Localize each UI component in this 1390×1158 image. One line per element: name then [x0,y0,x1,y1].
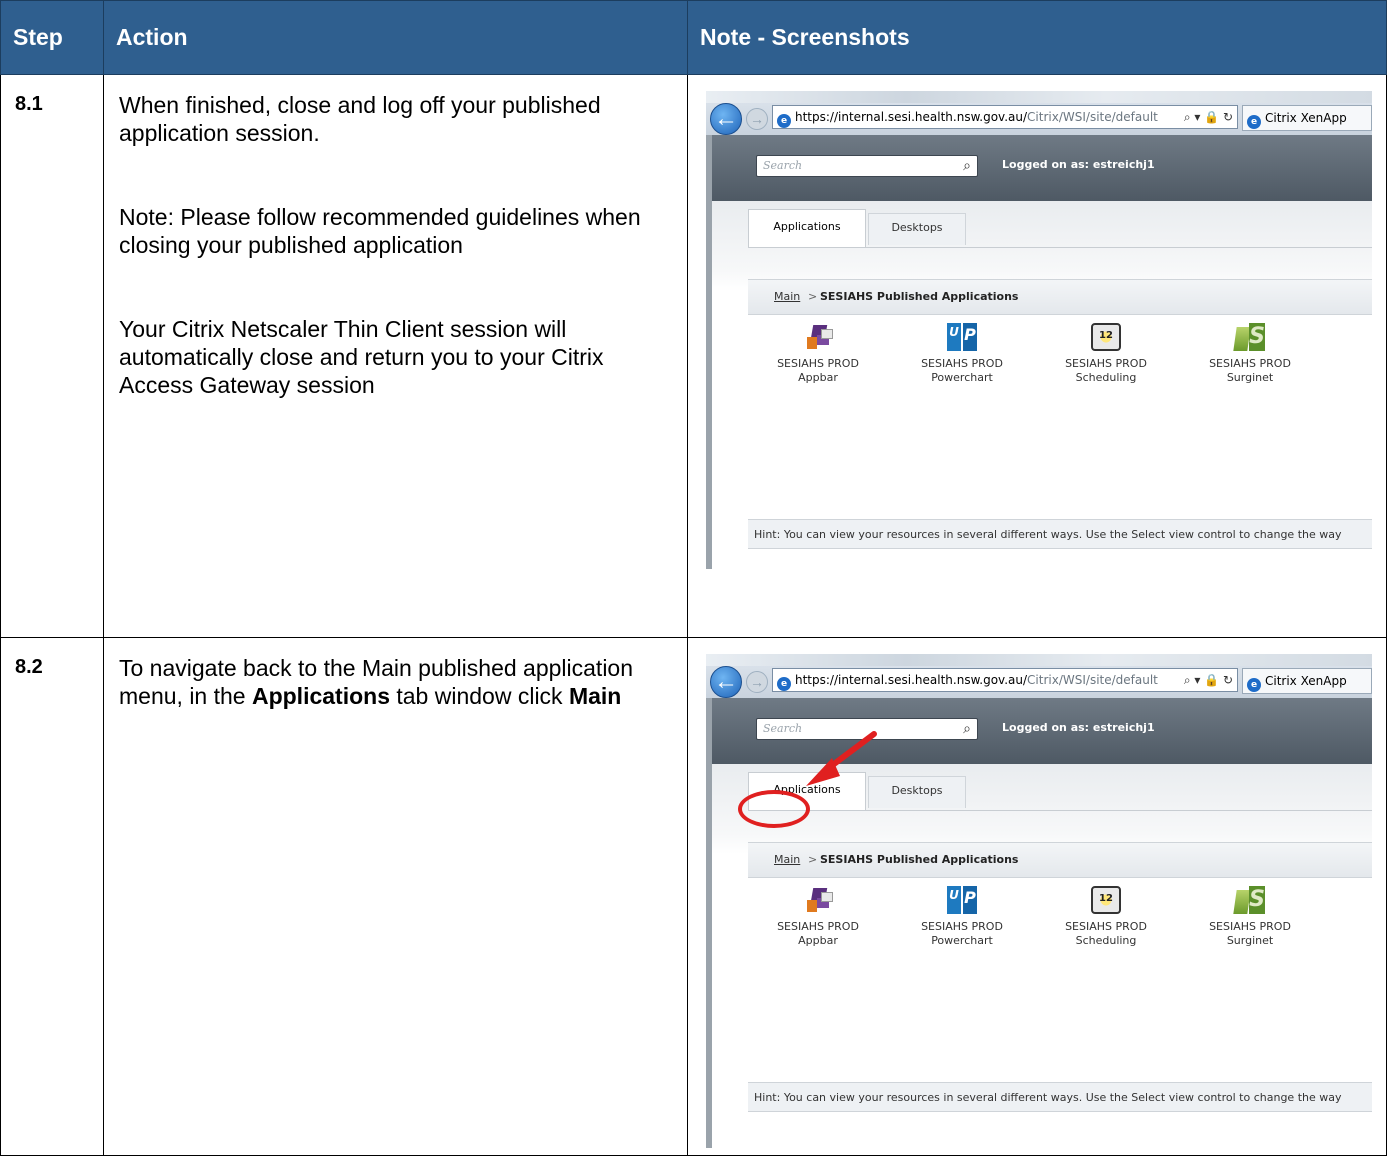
app-name: Scheduling [1075,371,1137,384]
header-action: Action [103,0,688,75]
step-number: 8.1 [0,74,104,638]
url-path: Citrix/WSI/site/default [1027,110,1158,124]
app-line1: SESIAHS PROD [921,357,1003,370]
search-placeholder: Search [763,159,803,172]
instruction-table: Step Action Note - Screenshots 8.1 When … [0,0,1387,1156]
breadcrumb: Main > SESIAHS Published Applications [748,279,1372,315]
action-text: When finished, close and log off your pu… [119,92,601,146]
address-controls[interactable]: ⌕ ▾ 🔒 ↻ [1184,106,1233,128]
browser-tab[interactable]: e Citrix XenApp [1242,105,1372,131]
back-arrow-icon[interactable]: ← [710,103,742,135]
app-name: Surginet [1226,371,1274,384]
table-row: 8.2 To navigate back to the Main publish… [0,637,1387,1156]
tab-applications[interactable]: Applications [748,209,866,247]
step-number: 8.2 [0,637,104,1156]
app-surginet[interactable]: S SESIAHS PROD Surginet [1190,319,1310,385]
breadcrumb-separator: > [808,290,818,303]
browser-toolbar: ← → e https://internal.sesi.health.nsw.go… [706,91,1372,135]
url-host: https://internal.sesi.health.nsw.gov.au/ [795,110,1028,124]
xenapp-header: Search ⌕ Logged on as: estreichj1 [712,135,1372,201]
action-text: To navigate back to the Main published a… [119,655,634,709]
ie-logo-icon: e [777,114,791,128]
xenapp-content: Applications Desktops Main > SESIAHS Pub… [712,201,1372,569]
action-cell: To navigate back to the Main published a… [103,637,688,1156]
action-cell: When finished, close and log off your pu… [103,74,688,638]
app-scheduling[interactable]: 12 SESIAHS PROD Scheduling [1046,319,1166,385]
search-icon[interactable]: ⌕ [963,157,971,174]
powerchart-icon: UP [947,323,977,351]
action-text: Your Citrix Netscaler Thin Client sessio… [119,316,604,398]
forward-arrow-icon[interactable]: → [746,108,768,130]
app-powerchart[interactable]: UP SESIAHS PROD Powerchart [902,319,1022,385]
app-name: Powerchart [931,371,993,384]
breadcrumb-main-link[interactable]: Main [774,280,800,314]
screenshot-cell: ← → e https://internal.sesi.health.nsw.go… [687,637,1387,1156]
bold-applications: Applications [251,683,390,709]
hint-bar: Hint: You can view your resources in sev… [748,519,1372,549]
app-line1: SESIAHS PROD [1209,357,1291,370]
tab-desktops[interactable]: Desktops [868,213,966,245]
app-name: Appbar [798,371,838,384]
surginet-icon: S [1233,323,1265,351]
bold-main: Main [568,683,622,709]
header-step: Step [0,0,104,75]
app-list: SESIAHS PROD Appbar UP SESIAHS PROD Powe… [748,319,1372,439]
table-row: 8.1 When finished, close and log off you… [0,74,1387,638]
red-arrow-icon [806,731,877,786]
action-note: Note: Please follow recommended guidelin… [119,204,641,258]
header-note: Note - Screenshots [687,0,1387,75]
browser-screenshot: ← → e https://internal.sesi.health.nsw.go… [706,654,1372,1148]
breadcrumb-current: SESIAHS Published Applications [820,290,1019,303]
tab-title: Citrix XenApp [1265,111,1347,125]
app-appbar[interactable]: SESIAHS PROD Appbar [758,319,878,385]
appbar-icon [803,323,833,351]
search-input[interactable]: Search ⌕ [756,155,978,177]
table-header-row: Step Action Note - Screenshots [0,0,1387,75]
logged-on-label: Logged on as: estreichj1 [1002,158,1155,171]
browser-screenshot: ← → e https://internal.sesi.health.nsw.go… [706,91,1372,569]
ie-logo-icon: e [1247,115,1261,129]
scheduling-icon: 12 [1091,323,1121,351]
screenshot-cell: ← → e https://internal.sesi.health.nsw.go… [687,74,1387,638]
address-bar[interactable]: e https://internal.sesi.health.nsw.gov.au… [772,105,1238,129]
app-line1: SESIAHS PROD [1065,357,1147,370]
app-line1: SESIAHS PROD [777,357,859,370]
